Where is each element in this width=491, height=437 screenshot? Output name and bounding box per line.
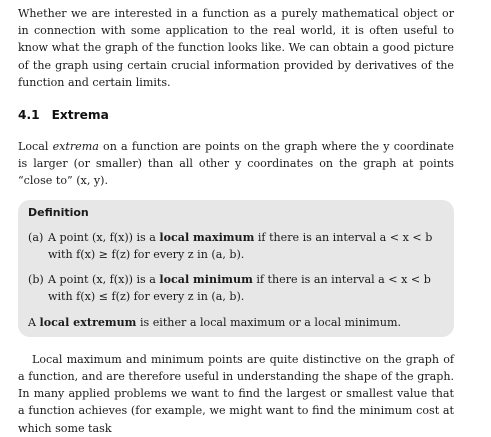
- shape-paragraph: Local maximum and minimum points are qui…: [18, 352, 454, 435]
- extrema-paragraph-pre: Local: [18, 140, 53, 154]
- document-page: Whether we are interested in a function …: [18, 5, 454, 437]
- definition-item-label: (b): [28, 273, 44, 287]
- definition-item-a: (a) A point (x, f(x)) is a local maximum…: [28, 229, 444, 263]
- local-minimum-term: local minimum: [159, 273, 253, 287]
- definition-item-body: A point (x, f(x)) is a local maximum if …: [48, 229, 444, 263]
- definition-heading: Definition: [28, 205, 89, 219]
- definition-item-label: (a): [28, 230, 44, 244]
- definition-item-body: A point (x, f(x)) is a local minimum if …: [48, 271, 444, 305]
- local-maximum-term: local maximum: [159, 230, 255, 244]
- section-number: 4.1: [18, 108, 40, 123]
- local-extremum-term: local extremum: [39, 315, 137, 329]
- definition-box: Definition (a) A point (x, f(x)) is a lo…: [18, 199, 454, 337]
- intro-paragraph: Whether we are interested in a function …: [18, 7, 454, 89]
- section-title: Extrema: [51, 108, 109, 123]
- definition-item-b: (b) A point (x, f(x)) is a local minimum…: [28, 271, 444, 305]
- definition-item-pre: A point (x, f(x)) is a: [48, 273, 160, 287]
- definition-foot-post: is either a local maximum or a local min…: [136, 315, 402, 329]
- definition-item-pre: A point (x, f(x)) is a: [48, 230, 160, 244]
- definition-foot-pre: A: [28, 315, 40, 329]
- definition-footnote: A local extremum is either a local maxim…: [28, 314, 444, 331]
- section-heading: 4.1 Extrema: [18, 107, 454, 123]
- extrema-term: extrema: [52, 140, 99, 154]
- extrema-paragraph: Local extrema on a function are points o…: [18, 138, 454, 190]
